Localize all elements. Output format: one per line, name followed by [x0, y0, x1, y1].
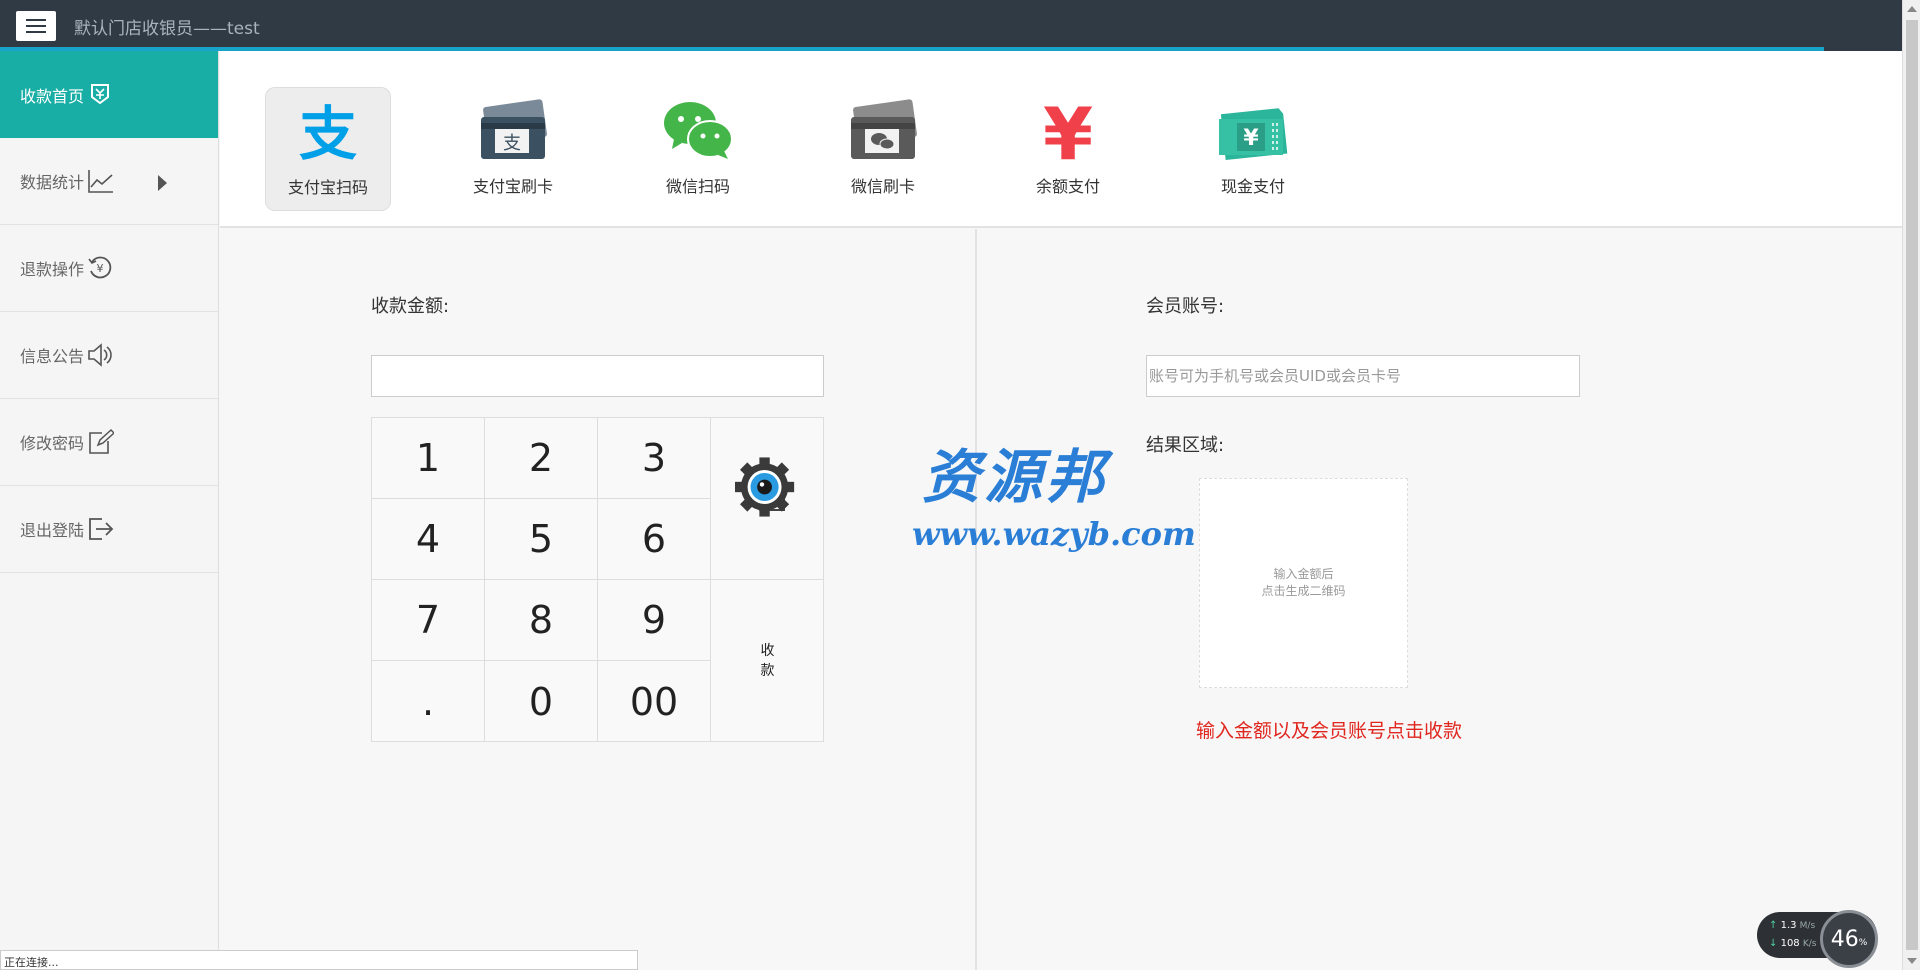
member-account-input[interactable] — [1146, 355, 1580, 397]
payment-hint-text: 输入金额以及会员账号点击收款 — [1196, 720, 1463, 742]
scroll-up-arrow-icon[interactable] — [1907, 6, 1917, 12]
sidebar: 收款首页 数据统计 退款操作 ¥ 信息公告 修改密码 退出登陆 — [0, 51, 219, 970]
collect-label-bottom: 款 — [760, 663, 775, 679]
upload-arrow-icon: ↑ — [1769, 920, 1778, 931]
download-speed-unit: K/s — [1802, 939, 1817, 949]
key-0[interactable]: 0 — [485, 661, 598, 742]
amount-input[interactable] — [371, 355, 824, 397]
edit-icon — [86, 428, 115, 456]
browser-status-bar: 正在连接... — [0, 950, 638, 970]
yen-icon: ¥ — [1030, 93, 1106, 169]
key-5[interactable]: 5 — [485, 499, 598, 580]
sidebar-item-change-password[interactable]: 修改密码 — [0, 399, 218, 486]
network-speed-widget[interactable]: ↑ 1.3 M/s ↓ 108 K/s 46% — [1757, 910, 1878, 968]
app-title: 默认门店收银员——test — [74, 19, 260, 39]
pay-method-alipay-card[interactable]: 支 支付宝刷卡 — [450, 87, 576, 211]
download-speed: ↓ 108 K/s — [1769, 938, 1816, 949]
watermark-gear-eye-logo — [735, 457, 795, 517]
download-speed-value: 108 — [1780, 938, 1800, 949]
pay-method-label: 微信扫码 — [665, 177, 730, 196]
upload-speed-unit: M/s — [1799, 921, 1816, 931]
sidebar-item-label: 数据统计 — [20, 173, 85, 192]
qr-hint-line2: 点击生成二维码 — [1261, 584, 1346, 598]
logout-icon — [86, 515, 114, 543]
key-8[interactable]: 8 — [485, 580, 598, 661]
svg-text:¥: ¥ — [97, 262, 104, 275]
key-7[interactable]: 7 — [372, 580, 485, 661]
menu-line — [26, 31, 46, 33]
result-area-label: 结果区域: — [1146, 435, 1225, 456]
page-scrollbar[interactable] — [1902, 0, 1920, 970]
scroll-down-arrow-icon[interactable] — [1907, 958, 1917, 964]
speaker-icon — [86, 341, 114, 369]
sidebar-item-label: 信息公告 — [20, 347, 85, 366]
upload-speed-value: 1.3 — [1780, 920, 1797, 931]
pay-method-alipay-scan[interactable]: 支 支付宝扫码 — [265, 87, 391, 211]
scrollbar-thumb[interactable] — [1906, 20, 1918, 950]
qr-result-box: 输入金额后 点击生成二维码 — [1199, 478, 1408, 688]
svg-text:支: 支 — [503, 133, 521, 154]
pay-method-cash[interactable]: ¥ 现金支付 — [1190, 87, 1316, 211]
top-bar: 默认门店收银员——test — [0, 0, 1902, 51]
collect-payment-button[interactable]: 收 款 — [711, 580, 824, 742]
pay-method-label: 支付宝扫码 — [287, 178, 368, 197]
panel-divider — [975, 229, 977, 970]
svg-text:¥: ¥ — [1243, 126, 1259, 151]
collect-label-top: 收 — [760, 643, 775, 659]
hamburger-menu-button[interactable] — [16, 11, 56, 41]
menu-line — [26, 19, 46, 21]
key-9[interactable]: 9 — [598, 580, 711, 661]
line-chart-icon — [86, 167, 114, 195]
download-arrow-icon: ↓ — [1769, 938, 1778, 949]
wechat-icon — [660, 93, 736, 169]
sidebar-item-logout[interactable]: 退出登陆 — [0, 486, 218, 573]
qr-hint-line1: 输入金额后 — [1273, 567, 1334, 581]
pay-method-wechat-scan[interactable]: 微信扫码 — [635, 87, 761, 211]
key-3[interactable]: 3 — [598, 418, 711, 499]
refund-yen-icon: ¥ — [86, 254, 114, 282]
key-1[interactable]: 1 — [372, 418, 485, 499]
sidebar-item-cashier-home[interactable]: 收款首页 — [0, 51, 218, 138]
sidebar-item-label: 退款操作 — [20, 260, 85, 279]
svg-text:支: 支 — [299, 102, 357, 162]
sidebar-item-label: 修改密码 — [20, 434, 85, 453]
key-6[interactable]: 6 — [598, 499, 711, 580]
payment-method-bar: 支 支付宝扫码 支 支付宝刷卡 微信扫码 微信刷卡 ¥ 余额支付 ¥ 现金支付 — [220, 51, 1902, 228]
sidebar-item-statistics[interactable]: 数据统计 — [0, 138, 218, 225]
cash-register-icon — [86, 81, 114, 109]
pay-method-label: 现金支付 — [1220, 177, 1285, 196]
svg-text:¥: ¥ — [1043, 99, 1093, 163]
member-account-label: 会员账号: — [1146, 296, 1225, 317]
pay-method-label: 支付宝刷卡 — [472, 177, 553, 196]
key-2[interactable]: 2 — [485, 418, 598, 499]
upload-speed: ↑ 1.3 M/s — [1769, 920, 1815, 931]
pay-method-label: 余额支付 — [1035, 177, 1100, 196]
amount-label: 收款金额: — [371, 296, 450, 317]
percent-value: 46 — [1830, 926, 1859, 952]
alipay-card-icon: 支 — [475, 93, 551, 169]
sidebar-item-label: 退出登陆 — [20, 521, 85, 540]
memory-percent-ring: 46% — [1820, 910, 1878, 968]
pay-method-balance[interactable]: ¥ 余额支付 — [1005, 87, 1131, 211]
sidebar-item-announcement[interactable]: 信息公告 — [0, 312, 218, 399]
watermark-url: www.wazyb.com — [912, 515, 1196, 553]
pay-method-wechat-card[interactable]: 微信刷卡 — [820, 87, 946, 211]
submenu-arrow-icon[interactable] — [158, 175, 167, 191]
watermark-title: 资源邦 — [922, 443, 1109, 511]
cash-ticket-icon: ¥ — [1213, 93, 1293, 169]
wechat-card-icon — [845, 93, 921, 169]
pay-method-label: 微信刷卡 — [850, 177, 915, 196]
percent-unit: % — [1858, 938, 1868, 948]
key-4[interactable]: 4 — [372, 499, 485, 580]
sidebar-item-refund[interactable]: 退款操作 ¥ — [0, 225, 218, 312]
key-00[interactable]: 00 — [598, 661, 711, 742]
alipay-icon: 支 — [292, 94, 364, 170]
key-dot[interactable]: . — [372, 661, 485, 742]
menu-line — [26, 25, 46, 27]
sidebar-item-label: 收款首页 — [20, 86, 85, 106]
